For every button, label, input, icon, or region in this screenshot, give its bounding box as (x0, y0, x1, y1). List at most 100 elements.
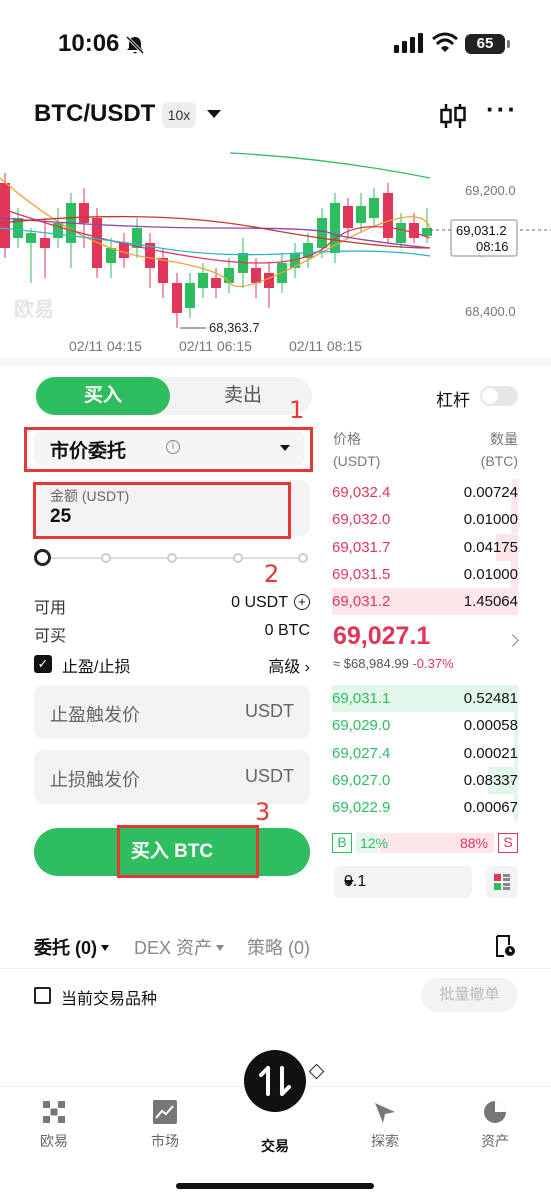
candle-body (106, 248, 116, 263)
trade-fab-button[interactable] (244, 1050, 306, 1112)
bid-row[interactable]: 69,022.9 0.00067 (332, 794, 518, 822)
stop-loss-input[interactable]: 止损触发价 USDT (34, 750, 310, 804)
buy-badge: B (332, 833, 352, 853)
available-label: 可用 (34, 600, 67, 617)
nav-home-label: 欧易 (40, 1133, 68, 1149)
ask-row[interactable]: 69,032.4 0.00724 (332, 479, 518, 506)
swap-arrows-icon (259, 1066, 291, 1096)
candle-body (264, 273, 274, 288)
section-divider (0, 358, 551, 366)
slider-knob[interactable] (34, 549, 51, 566)
candle-body (79, 203, 89, 223)
nav-market[interactable]: 市场 (125, 1099, 205, 1151)
orders-tabs: 委托 (0) DEX 资产 策略 (0) (0, 930, 551, 966)
slider-step-50[interactable] (167, 553, 177, 563)
candle-body (198, 273, 208, 288)
tab-orders[interactable]: 委托 (0) (34, 934, 109, 960)
tpsl-label: 止盈/止损 (62, 659, 131, 676)
buyable-value: 0 BTC (264, 622, 310, 639)
time-axis: 02/11 04:15 02/11 06:15 02/11 08:15 (0, 338, 551, 358)
buy-tab[interactable]: 买入 (36, 377, 170, 415)
order-price: 69,032.0 (332, 511, 391, 529)
candle-body (383, 193, 393, 238)
stop-loss-placeholder: 止损触发价 (50, 770, 140, 790)
price-label-3: 68,400.0 (465, 304, 516, 319)
ask-row[interactable]: 69,031.2 1.45064 (332, 588, 518, 616)
ask-row[interactable]: 69,032.0 0.01000 (332, 506, 518, 534)
order-price: 69,022.9 (332, 799, 391, 817)
leverage-badge: 10x (162, 102, 196, 128)
price-chart[interactable]: 欧易 69,200.0 68,800.0 68,400.0 69,031.2 0… (0, 148, 551, 358)
advanced-link[interactable]: 高级 › (268, 653, 310, 677)
cancel-all-button[interactable]: 批量撤单 (421, 978, 518, 1012)
tab-dex-assets[interactable]: DEX 资产 (134, 934, 225, 960)
nav-market-label: 市场 (151, 1133, 179, 1149)
low-marker-label: 68,363.7 (209, 320, 260, 335)
take-profit-unit: USDT (245, 701, 294, 721)
nav-home[interactable]: 欧易 (14, 1099, 94, 1151)
last-price-sub: ≈ $68,984.99 -0.37% (333, 656, 454, 671)
bid-row[interactable]: 69,027.4 0.00021 (332, 739, 518, 767)
more-options-icon[interactable]: ··· (486, 96, 518, 124)
order-qty: 0.08337 (463, 771, 518, 789)
order-qty: 0.01000 (463, 511, 518, 529)
nav-explore-label: 探索 (371, 1133, 399, 1149)
order-qty: 0.52481 (463, 690, 518, 707)
candle-body (369, 198, 379, 218)
annotation-box-3 (117, 825, 259, 878)
ask-row[interactable]: 69,031.7 0.04175 (332, 533, 518, 561)
diamond-icon (308, 1063, 325, 1080)
pair-dropdown-icon[interactable] (207, 110, 221, 118)
qty-header-unit: (BTC) (480, 453, 518, 469)
nav-trade-label[interactable]: 交易 (250, 1136, 300, 1156)
sell-badge: S (498, 833, 518, 853)
add-funds-icon[interactable]: + (294, 594, 310, 610)
slider-step-75[interactable] (233, 553, 243, 563)
time-label-1: 02/11 04:15 (69, 338, 142, 354)
take-profit-input[interactable]: 止盈触发价 USDT (34, 685, 310, 739)
home-indicator (176, 1183, 374, 1189)
precision-select[interactable]: 0.1 (334, 866, 472, 898)
current-pair-checkbox[interactable] (34, 987, 51, 1004)
buy-percent: 12% (360, 835, 389, 851)
available-value: 0 USDT (231, 594, 288, 611)
bid-row[interactable]: 69,027.0 0.08337 (332, 766, 518, 794)
countdown-label: 08:16 (476, 239, 509, 254)
price-label-1: 69,200.0 (465, 183, 516, 198)
order-history-icon[interactable] (493, 934, 517, 958)
tab-orders-label: 委托 (0) (34, 938, 97, 958)
slider-step-100[interactable] (298, 553, 308, 563)
market-chart-icon (153, 1100, 177, 1124)
moving-average-line (229, 152, 431, 179)
amount-slider[interactable] (34, 548, 310, 568)
nav-assets[interactable]: 资产 (455, 1099, 535, 1151)
battery-icon: 65 (465, 34, 510, 54)
order-qty: 1.45064 (463, 593, 518, 611)
sell-percent: 88% (459, 835, 488, 851)
candle-body (172, 283, 182, 313)
candle-body (185, 283, 195, 308)
candle-body (211, 278, 221, 288)
candle-body (251, 268, 261, 283)
tab-strategy[interactable]: 策略 (0) (247, 934, 310, 960)
bid-row[interactable]: 69,029.0 0.00058 (332, 712, 518, 740)
orderbook-layout-icon[interactable] (486, 866, 518, 898)
order-qty: 0.00058 (463, 717, 518, 735)
chevron-right-icon[interactable] (506, 634, 519, 647)
nav-explore[interactable]: 探索 (345, 1099, 425, 1151)
slider-step-25[interactable] (101, 553, 111, 563)
tabs-divider (0, 968, 551, 969)
ask-row[interactable]: 69,031.5 0.01000 (332, 560, 518, 588)
buy-sell-toggle: 买入 卖出 (34, 377, 312, 415)
last-price: 69,027.1 (333, 622, 431, 650)
order-qty: 0.01000 (463, 565, 518, 583)
precision-dropdown-icon (344, 880, 354, 886)
bid-row[interactable]: 69,031.1 0.52481 (332, 685, 518, 712)
margin-toggle[interactable] (480, 386, 518, 406)
annotation-number-3: 3 (255, 798, 271, 826)
pair-title[interactable]: BTC/USDT (34, 100, 155, 128)
qty-header: 数量 (BTC) (481, 428, 518, 472)
tpsl-checkbox[interactable]: ✓ (34, 655, 52, 673)
nav-assets-label: 资产 (481, 1133, 509, 1149)
candlestick-chart-icon[interactable] (440, 102, 466, 130)
